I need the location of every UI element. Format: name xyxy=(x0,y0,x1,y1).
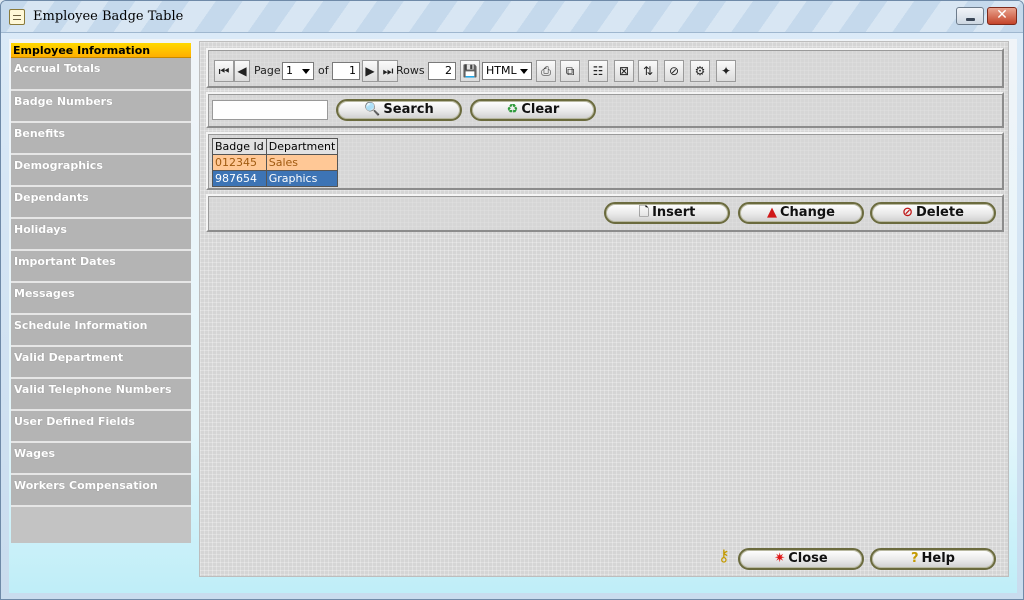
cell-department[interactable]: Sales xyxy=(265,154,339,171)
sidebar-item-valid-department[interactable]: Valid Department xyxy=(11,347,191,379)
table-row[interactable]: 987654 Graphics xyxy=(212,170,339,187)
help-button[interactable]: ? Help xyxy=(870,548,996,570)
table-header-row: Badge Id Department xyxy=(212,138,339,155)
sidebar-item-badge-numbers[interactable]: Badge Numbers xyxy=(11,91,191,123)
search-input[interactable] xyxy=(212,100,328,120)
table-row[interactable]: 012345 Sales xyxy=(212,154,339,171)
total-pages-field: 1 xyxy=(332,62,360,80)
minimize-button[interactable] xyxy=(956,7,984,25)
prohibited-icon: ⊘ xyxy=(902,205,913,220)
last-page-icon[interactable]: ⏭ xyxy=(378,60,398,82)
main-panel: ⏮ ◀ Page 1 of 1 ▶ ⏭ Rows 2 💾 HTML ⎙ ⧉ ☷ … xyxy=(199,41,1009,577)
recycle-icon: ♻ xyxy=(506,102,519,117)
magnifier-icon: 🔍 xyxy=(364,102,381,117)
sidebar-item-valid-telephone-numbers[interactable]: Valid Telephone Numbers xyxy=(11,379,191,411)
window-title: Employee Badge Table xyxy=(33,9,184,24)
of-label: of xyxy=(318,64,329,77)
wand-icon[interactable]: ✦ xyxy=(716,60,736,82)
previous-page-icon[interactable]: ◀ xyxy=(234,60,250,82)
notepad-icon xyxy=(9,9,25,25)
sidebar-item-benefits[interactable]: Benefits xyxy=(11,123,191,155)
navigation-toolbar: ⏮ ◀ Page 1 of 1 ▶ ⏭ Rows 2 💾 HTML ⎙ ⧉ ☷ … xyxy=(206,48,1004,88)
sidebar-item-messages[interactable]: Messages xyxy=(11,283,191,315)
sidebar-header[interactable]: Employee Information xyxy=(11,43,191,58)
title-bar: Employee Badge Table ✕ xyxy=(1,1,1023,33)
delete-button[interactable]: ⊘ Delete xyxy=(870,202,996,224)
clear-filter-icon[interactable]: ⊠ xyxy=(614,60,634,82)
sidebar-item-accrual-totals[interactable]: Accrual Totals xyxy=(11,58,191,91)
sidebar-item-important-dates[interactable]: Important Dates xyxy=(11,251,191,283)
copy-icon[interactable]: ⧉ xyxy=(560,60,580,82)
page-select[interactable]: 1 xyxy=(282,62,314,80)
cell-department[interactable]: Graphics xyxy=(265,170,339,187)
rows-label: Rows xyxy=(396,64,425,77)
actions-panel: 🗋 Insert ▲ Change ⊘ Delete xyxy=(206,194,1004,232)
chevron-down-icon xyxy=(520,69,528,74)
format-select-value: HTML xyxy=(486,64,517,77)
clear-sort-icon[interactable]: ⊘ xyxy=(664,60,684,82)
sidebar-item-workers-compensation[interactable]: Workers Compensation xyxy=(11,475,191,507)
insert-button-label: Insert xyxy=(652,205,696,220)
search-button-label: Search xyxy=(383,102,434,117)
print-icon[interactable]: ⎙ xyxy=(536,60,556,82)
badge-table: Badge Id Department 012345 Sales 987654 … xyxy=(212,138,339,187)
change-button[interactable]: ▲ Change xyxy=(738,202,864,224)
column-header-department[interactable]: Department xyxy=(265,138,339,155)
first-page-icon[interactable]: ⏮ xyxy=(214,60,234,82)
cell-badge-id[interactable]: 012345 xyxy=(212,154,267,171)
starburst-icon: ✷ xyxy=(774,551,786,566)
column-header-badge-id[interactable]: Badge Id xyxy=(212,138,267,155)
sidebar-item-dependants[interactable]: Dependants xyxy=(11,187,191,219)
settings-gear-icon[interactable]: ⚙ xyxy=(690,60,710,82)
next-page-icon[interactable]: ▶ xyxy=(362,60,378,82)
sidebar-item-user-defined-fields[interactable]: User Defined Fields xyxy=(11,411,191,443)
help-button-label: Help xyxy=(921,551,955,566)
sidebar-item-wages[interactable]: Wages xyxy=(11,443,191,475)
clear-button[interactable]: ♻ Clear xyxy=(470,99,596,121)
save-icon[interactable]: 💾 xyxy=(460,60,480,82)
question-icon: ? xyxy=(910,551,919,566)
sidebar-item-holidays[interactable]: Holidays xyxy=(11,219,191,251)
change-button-label: Change xyxy=(780,205,835,220)
insert-button[interactable]: 🗋 Insert xyxy=(604,202,730,224)
sidebar-item-schedule-information[interactable]: Schedule Information xyxy=(11,315,191,347)
new-document-icon: 🗋 xyxy=(638,205,650,220)
delete-button-label: Delete xyxy=(915,205,964,220)
rows-input[interactable]: 2 xyxy=(428,62,456,80)
data-grid-panel: Badge Id Department 012345 Sales 987654 … xyxy=(206,132,1004,190)
cell-badge-id[interactable]: 987654 xyxy=(212,170,267,187)
key-icon: ⚷ xyxy=(718,546,730,565)
sidebar-item-demographics[interactable]: Demographics xyxy=(11,155,191,187)
close-button[interactable]: ✷ Close xyxy=(738,548,864,570)
client-area: Employee Information Accrual Totals Badg… xyxy=(9,39,1017,593)
app-window: Employee Badge Table ✕ Employee Informat… xyxy=(0,0,1024,600)
search-panel: 🔍 Search ♻ Clear xyxy=(206,92,1004,128)
properties-icon[interactable]: ☷ xyxy=(588,60,608,82)
close-icon: ✕ xyxy=(996,7,1008,23)
close-button-label: Close xyxy=(788,551,828,566)
search-button[interactable]: 🔍 Search xyxy=(336,99,462,121)
close-window-button[interactable]: ✕ xyxy=(987,7,1017,25)
page-label: Page xyxy=(254,64,281,77)
sidebar: Employee Information Accrual Totals Badg… xyxy=(11,43,191,543)
page-select-value: 1 xyxy=(286,64,293,77)
sort-az-icon[interactable]: ⇅ xyxy=(638,60,658,82)
clear-button-label: Clear xyxy=(521,102,560,117)
triangle-up-icon: ▲ xyxy=(767,205,778,220)
chevron-down-icon xyxy=(302,69,310,74)
format-select[interactable]: HTML xyxy=(482,62,532,80)
